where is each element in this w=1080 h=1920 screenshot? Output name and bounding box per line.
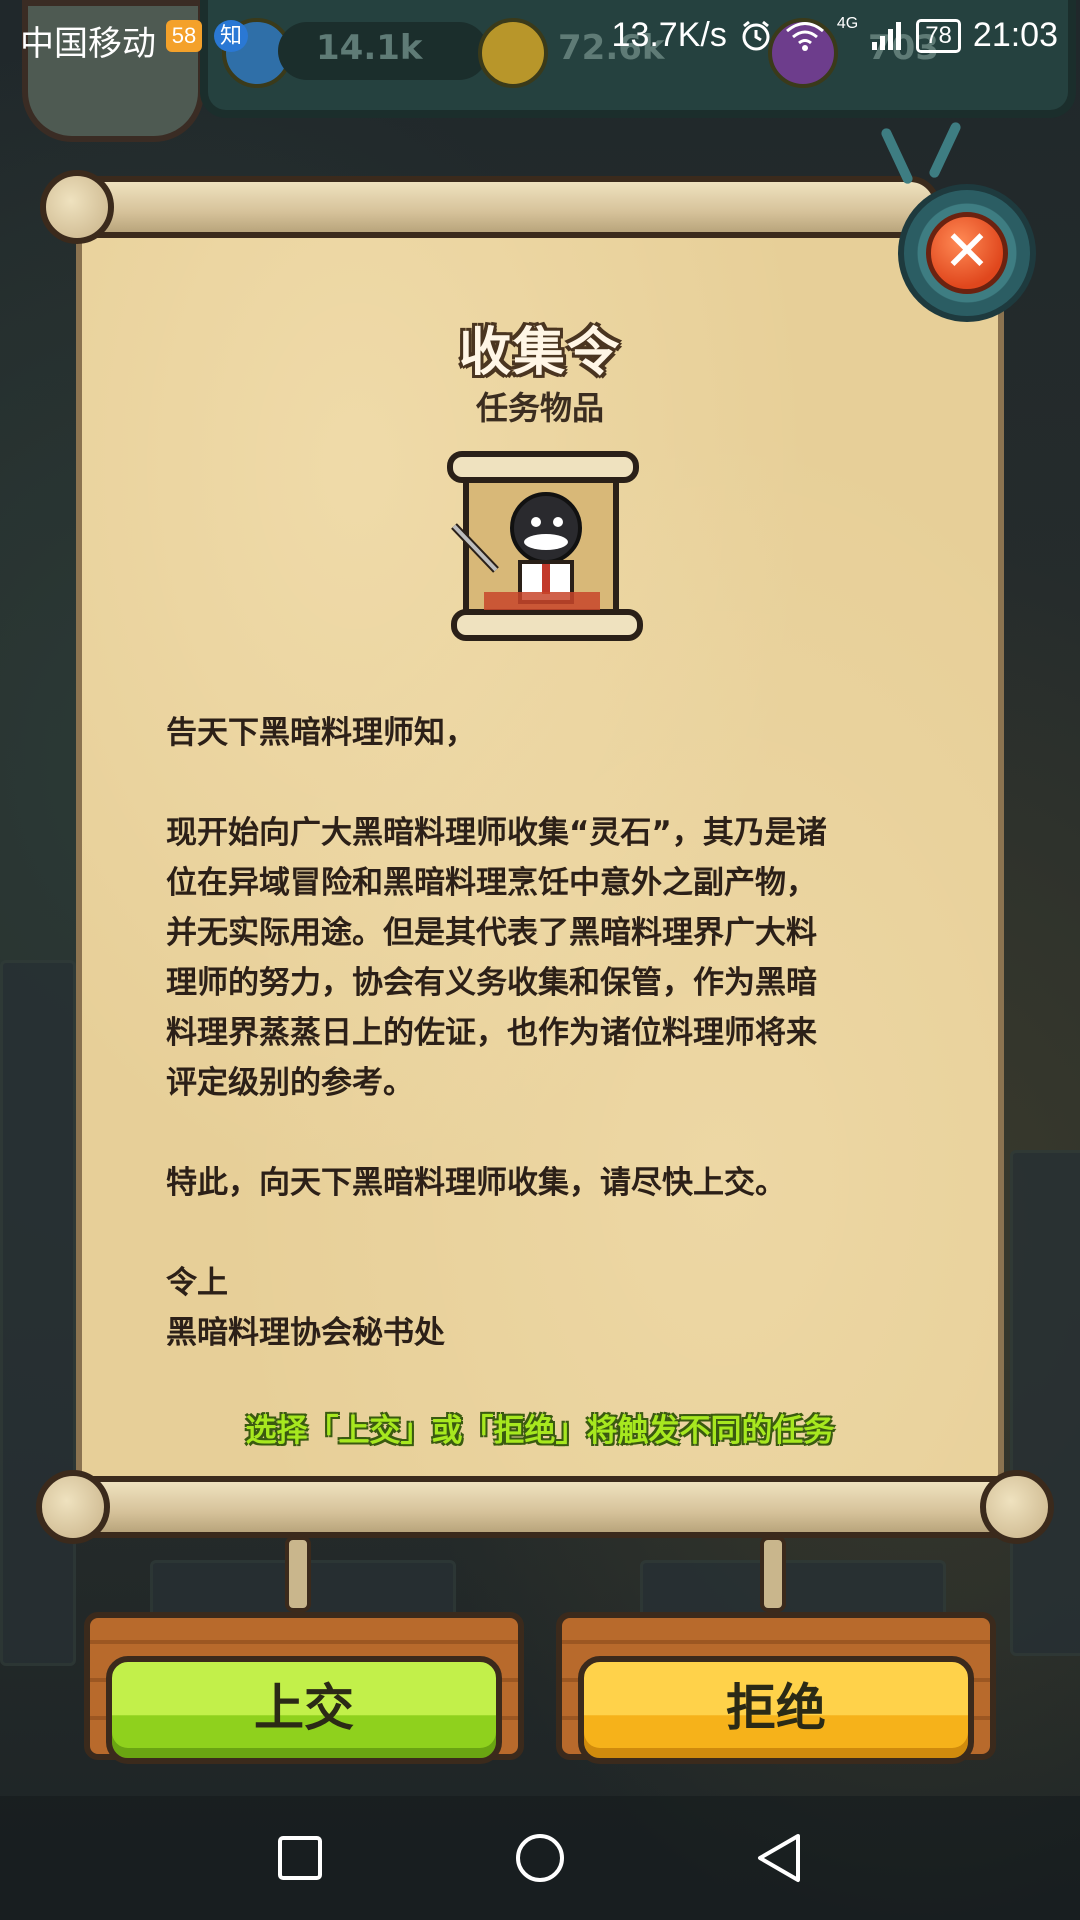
network-speed: 13.7K/s xyxy=(611,16,727,54)
body-line: 理师的努力，协会有义务收集和保管，作为黑暗 xyxy=(166,965,817,1001)
signature-line: 令上 xyxy=(166,1265,228,1301)
body-line: 并无实际用途。但是其代表了黑暗料理界广大料 xyxy=(166,915,817,951)
dialog-title: 收集令 xyxy=(458,323,621,383)
navigation-bar xyxy=(0,1796,1080,1920)
scroll-bottom-knob-right xyxy=(980,1470,1054,1544)
app-badge-58: 58 xyxy=(166,20,202,52)
dialog-subtitle: 任务物品 xyxy=(475,389,604,427)
dialog-body: 告天下黑暗料理师知， 现开始向广大黑暗料理师收集“灵石”，其乃是诸 位在异域冒险… xyxy=(166,708,926,1358)
scroll-bottom-knob-left xyxy=(36,1470,110,1544)
board-rope xyxy=(285,1536,311,1612)
back-icon[interactable] xyxy=(750,1828,810,1888)
alarm-icon xyxy=(742,20,770,50)
network-type: 4G xyxy=(836,14,859,32)
clock: 21:03 xyxy=(972,16,1058,54)
wifi-icon xyxy=(785,21,824,51)
scroll-top-rod xyxy=(60,176,940,238)
submit-button[interactable]: 上交 xyxy=(106,1656,502,1764)
choice-hint: 选择「上交」或「拒绝」将触发不同的任务 xyxy=(245,1413,835,1449)
body-line: 位在异域冒险和黑暗料理烹饪中意外之副产物， xyxy=(166,865,817,901)
reject-button[interactable]: 拒绝 xyxy=(578,1656,974,1764)
scroll-bottom-rod xyxy=(50,1476,1030,1538)
body-closing: 特此，向天下黑暗料理师收集，请尽快上交。 xyxy=(166,1165,786,1201)
signature-org: 黑暗料理协会秘书处 xyxy=(166,1315,445,1351)
app-badge-zhi: 知 xyxy=(214,20,248,52)
battery-indicator: 78 xyxy=(916,18,961,53)
body-greeting: 告天下黑暗料理师知， xyxy=(166,715,476,751)
recent-apps-icon[interactable] xyxy=(270,1828,330,1888)
scroll-top-knob-left xyxy=(40,170,114,244)
close-icon[interactable]: ✕ xyxy=(926,212,1008,294)
task-scroll-icon xyxy=(447,451,643,641)
background-wall xyxy=(0,960,76,1666)
signal-icon xyxy=(872,21,902,50)
board-rope xyxy=(760,1536,786,1612)
body-line: 料理界蒸蒸日上的佐证，也作为诸位料理师将来 xyxy=(166,1015,817,1051)
background-wall xyxy=(1010,1150,1080,1656)
home-icon[interactable] xyxy=(510,1828,570,1888)
body-line: 评定级别的参考。 xyxy=(166,1065,414,1101)
status-bar: 中国移动 58 知 13.7K/s 4G 78 21:03 xyxy=(0,0,1080,72)
body-line: 现开始向广大黑暗料理师收集“灵石”，其乃是诸 xyxy=(166,815,827,851)
carrier-name: 中国移动 xyxy=(20,25,156,63)
close-button[interactable]: ✕ xyxy=(898,184,1036,322)
